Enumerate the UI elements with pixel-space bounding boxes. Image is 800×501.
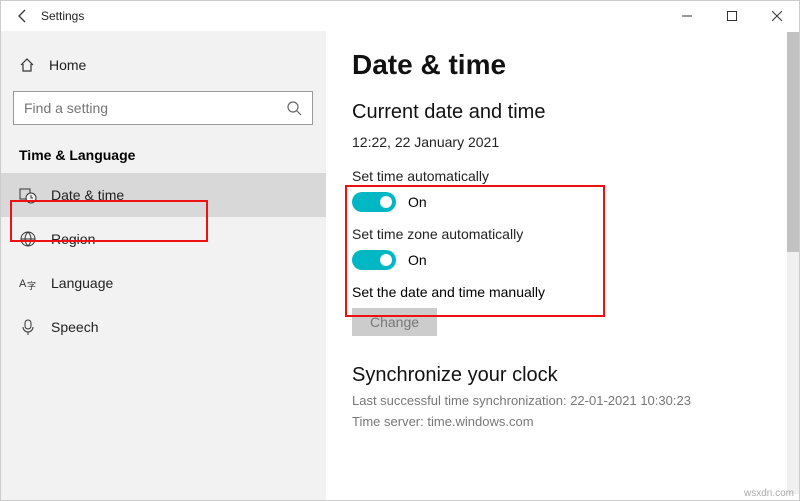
auto-time-state: On: [408, 194, 427, 210]
content-pane: Date & time Current date and time 12:22,…: [326, 31, 799, 500]
current-datetime: 12:22, 22 January 2021: [352, 134, 797, 150]
sync-last: Last successful time synchronization: 22…: [352, 393, 797, 408]
section-heading: Time & Language: [1, 139, 326, 173]
clock-calendar-icon: [19, 186, 37, 204]
home-icon: [19, 57, 35, 73]
search-field[interactable]: [24, 100, 286, 116]
titlebar: Settings: [1, 1, 799, 31]
scrollbar-thumb[interactable]: [787, 32, 799, 252]
back-button[interactable]: [9, 8, 37, 24]
nav-language[interactable]: A字 Language: [1, 261, 326, 305]
language-icon: A字: [19, 274, 37, 292]
sync-server: Time server: time.windows.com: [352, 414, 797, 429]
watermark: wsxdn.com: [744, 488, 794, 499]
page-title: Date & time: [352, 49, 797, 81]
search-icon: [286, 100, 302, 116]
maximize-button[interactable]: [709, 1, 754, 31]
auto-tz-state: On: [408, 252, 427, 268]
nav-label: Region: [51, 231, 95, 247]
nav-region[interactable]: Region: [1, 217, 326, 261]
sync-heading: Synchronize your clock: [352, 364, 797, 387]
auto-time-label: Set time automatically: [352, 168, 797, 184]
nav-label: Speech: [51, 319, 98, 335]
nav-label: Language: [51, 275, 113, 291]
manual-label: Set the date and time manually: [352, 284, 797, 300]
microphone-icon: [19, 318, 37, 336]
auto-tz-toggle[interactable]: [352, 250, 396, 270]
close-button[interactable]: [754, 1, 799, 31]
svg-text:字: 字: [27, 280, 36, 291]
home-label: Home: [49, 57, 86, 73]
search-input[interactable]: [13, 91, 313, 125]
nav-label: Date & time: [51, 187, 124, 203]
nav-date-time[interactable]: Date & time: [1, 173, 326, 217]
minimize-button[interactable]: [664, 1, 709, 31]
window-title: Settings: [41, 9, 84, 23]
nav-speech[interactable]: Speech: [1, 305, 326, 349]
globe-icon: [19, 230, 37, 248]
auto-tz-label: Set time zone automatically: [352, 226, 797, 242]
sidebar: Home Time & Language Date & time Region …: [1, 31, 326, 500]
change-button[interactable]: Change: [352, 308, 437, 336]
svg-text:A: A: [19, 278, 27, 290]
home-link[interactable]: Home: [1, 45, 326, 85]
section-current: Current date and time: [352, 101, 797, 124]
auto-time-toggle[interactable]: [352, 192, 396, 212]
